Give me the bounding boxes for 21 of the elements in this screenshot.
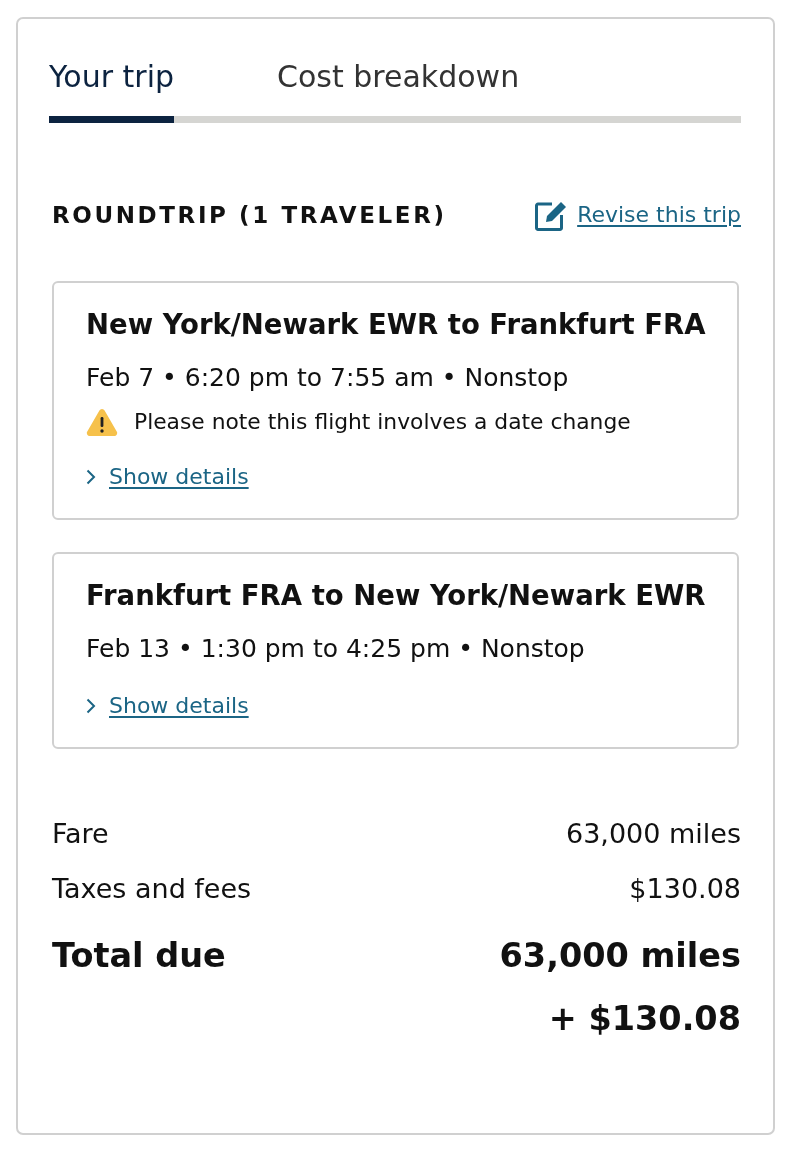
flight-schedule: Feb 13 • 1:30 pm to 4:25 pm • Nonstop bbox=[86, 633, 586, 665]
flight-route: New York/Newark EWR to Frankfurt FRA bbox=[86, 307, 707, 342]
show-details-link[interactable]: Show details bbox=[86, 462, 249, 492]
flight-route: Frankfurt FRA to New York/Newark EWR bbox=[86, 578, 707, 613]
total-label: Total due bbox=[52, 935, 226, 977]
cost-value: 63,000 miles bbox=[565, 817, 741, 851]
trip-heading: ROUNDTRIP (1 TRAVELER) bbox=[52, 201, 447, 230]
total-cash: + $130.08 bbox=[548, 998, 741, 1040]
revise-trip-link[interactable]: Revise this trip bbox=[535, 199, 741, 231]
cost-label: Fare bbox=[52, 817, 109, 851]
chevron-right-icon bbox=[86, 469, 96, 485]
tab[interactable]: Cost breakdown bbox=[174, 57, 741, 123]
total-miles: 63,000 miles bbox=[499, 935, 741, 977]
cost-label: Taxes and fees bbox=[52, 872, 252, 906]
show-details-link[interactable]: Show details bbox=[86, 691, 249, 721]
cost-value: $130.08 bbox=[629, 872, 741, 906]
warning-icon bbox=[86, 408, 118, 436]
chevron-right-icon bbox=[86, 698, 96, 714]
tab[interactable]: Your trip bbox=[49, 57, 175, 123]
warning-message: Please note this flight involves a date change bbox=[134, 408, 631, 436]
flight-schedule: Feb 7 • 6:20 pm to 7:55 am • Nonstop bbox=[86, 362, 570, 394]
